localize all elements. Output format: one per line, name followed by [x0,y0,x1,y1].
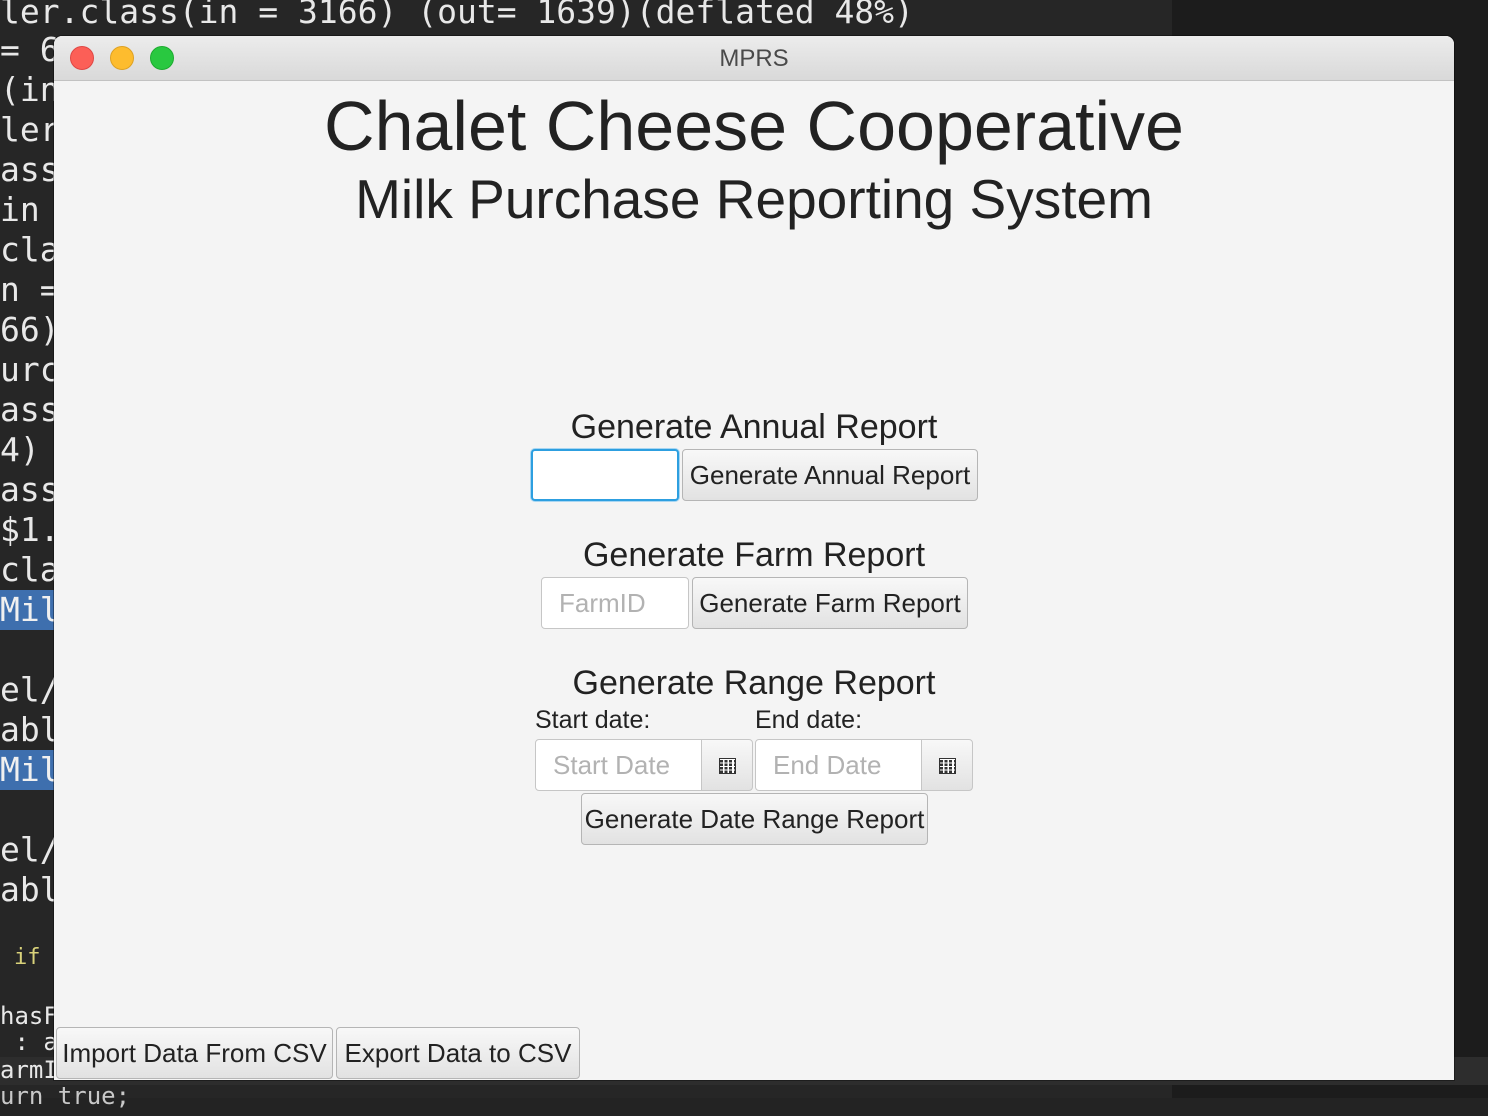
end-date-picker-button[interactable] [921,739,973,791]
export-csv-button[interactable]: Export Data to CSV [336,1027,580,1079]
generate-date-range-report-button[interactable]: Generate Date Range Report [581,793,928,845]
terminal-line: n = [0,270,60,309]
generate-annual-report-button[interactable]: Generate Annual Report [682,449,978,501]
terminal-line-highlighted: Mil [0,590,60,630]
terminal-line: cla [0,230,60,269]
terminal-line: ass [0,390,60,429]
start-date-input[interactable]: Start Date [535,739,703,791]
end-date-input[interactable]: End Date [755,739,923,791]
annual-year-input[interactable] [531,449,679,501]
terminal-line: if [14,945,41,970]
terminal-line: el/ [0,830,60,869]
farm-report-heading: Generate Farm Report [582,536,926,574]
terminal-line: in [0,190,40,229]
terminal-line: urn true; [0,1082,131,1110]
generate-farm-report-button[interactable]: Generate Farm Report [692,577,968,629]
start-date-label: Start date: [535,706,651,734]
terminal-line: ler [0,110,60,149]
end-date-label: End date: [755,706,863,734]
import-csv-button[interactable]: Import Data From CSV [56,1027,333,1079]
terminal-line: urc [0,350,60,389]
terminal-line: ass [0,150,60,189]
terminal-line: ass [0,470,60,509]
terminal-line: ler.class(in = 3166) (out= 1639)(deflate… [0,0,914,31]
terminal-line: cla [0,550,60,589]
calendar-icon [939,758,956,774]
terminal-line: $1. [0,510,60,549]
terminal-line-highlighted: Mil [0,750,60,790]
terminal-line: = 6 [0,30,60,69]
terminal-line: abl [0,870,60,909]
farm-id-input[interactable]: FarmID [541,577,689,629]
page-title: Chalet Cheese Cooperative [324,87,1184,165]
terminal-line: (in [0,70,60,109]
start-date-picker-button[interactable] [701,739,753,791]
range-report-heading: Generate Range Report [572,664,936,702]
window-title: MPRS [719,45,789,72]
title-bar[interactable]: MPRS [54,36,1454,81]
annual-report-heading: Generate Annual Report [570,408,938,446]
app-window: MPRS Chalet Cheese Cooperative Milk Purc… [54,36,1454,1080]
page-subtitle: Milk Purchase Reporting System [355,168,1153,230]
terminal-line: 66) [0,310,60,349]
calendar-icon [719,758,736,774]
terminal-line: el/ [0,670,60,709]
terminal-line: abl [0,710,60,749]
terminal-line: 4) [0,430,40,469]
